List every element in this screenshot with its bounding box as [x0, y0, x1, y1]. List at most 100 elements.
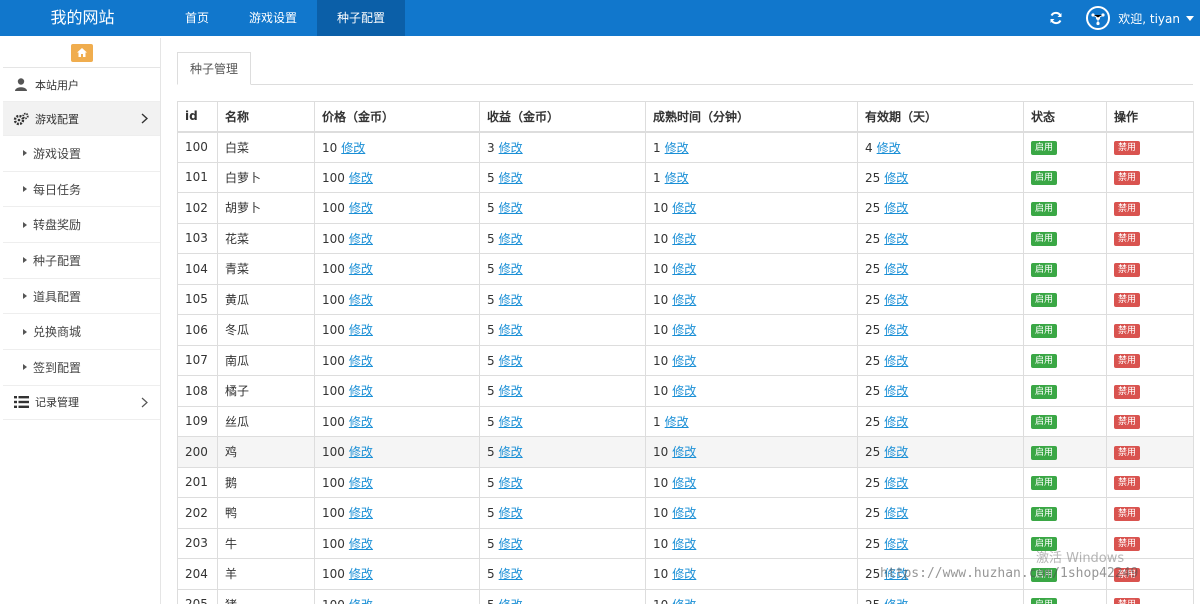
disable-button[interactable]: 禁用 — [1114, 415, 1141, 430]
edit-link[interactable]: 修改 — [349, 201, 373, 215]
nav-game-settings[interactable]: 游戏设置 — [229, 0, 317, 36]
refresh-icon[interactable] — [1046, 8, 1066, 28]
edit-link[interactable]: 修改 — [665, 141, 689, 155]
home-button[interactable] — [70, 43, 93, 62]
edit-link[interactable]: 修改 — [349, 293, 373, 307]
edit-link[interactable]: 修改 — [499, 537, 523, 551]
edit-link[interactable]: 修改 — [499, 293, 523, 307]
disable-button[interactable]: 禁用 — [1114, 262, 1141, 277]
sidebar-item-records[interactable]: 记录管理 — [3, 386, 160, 420]
edit-link[interactable]: 修改 — [672, 445, 696, 459]
nav-seed-config[interactable]: 种子配置 — [317, 0, 406, 36]
edit-link[interactable]: 修改 — [349, 445, 373, 459]
edit-link[interactable]: 修改 — [672, 567, 696, 581]
edit-link[interactable]: 修改 — [349, 537, 373, 551]
sidebar-subitem-game-settings[interactable]: 游戏设置 — [3, 136, 160, 172]
edit-link[interactable]: 修改 — [499, 141, 523, 155]
edit-link[interactable]: 修改 — [665, 415, 689, 429]
edit-link[interactable]: 修改 — [884, 232, 908, 246]
edit-link[interactable]: 修改 — [884, 201, 908, 215]
edit-link[interactable]: 修改 — [884, 171, 908, 185]
edit-link[interactable]: 修改 — [672, 598, 696, 604]
edit-link[interactable]: 修改 — [499, 476, 523, 490]
edit-link[interactable]: 修改 — [499, 598, 523, 604]
edit-link[interactable]: 修改 — [884, 598, 908, 604]
edit-link[interactable]: 修改 — [349, 506, 373, 520]
edit-link[interactable]: 修改 — [349, 171, 373, 185]
edit-link[interactable]: 修改 — [672, 354, 696, 368]
edit-link[interactable]: 修改 — [349, 598, 373, 604]
edit-link[interactable]: 修改 — [499, 201, 523, 215]
nav-home[interactable]: 首页 — [165, 0, 229, 36]
edit-link[interactable]: 修改 — [499, 445, 523, 459]
edit-link[interactable]: 修改 — [884, 262, 908, 276]
edit-link[interactable]: 修改 — [665, 171, 689, 185]
disable-button[interactable]: 禁用 — [1114, 384, 1141, 399]
disable-button[interactable]: 禁用 — [1114, 445, 1141, 460]
edit-link[interactable]: 修改 — [499, 262, 523, 276]
edit-link[interactable]: 修改 — [499, 506, 523, 520]
sidebar-subitem-exchange-mall[interactable]: 兑换商城 — [3, 314, 160, 351]
sidebar-subitem-item-config[interactable]: 道具配置 — [3, 279, 160, 315]
status-badge: 启用 — [1031, 232, 1058, 247]
edit-link[interactable]: 修改 — [672, 232, 696, 246]
edit-link[interactable]: 修改 — [884, 323, 908, 337]
edit-link[interactable]: 修改 — [499, 567, 523, 581]
disable-button[interactable]: 禁用 — [1114, 323, 1141, 338]
site-brand[interactable]: 我的网站 — [0, 0, 165, 36]
user-avatar[interactable] — [1086, 6, 1111, 30]
edit-link[interactable]: 修改 — [341, 141, 365, 155]
disable-button[interactable]: 禁用 — [1114, 598, 1141, 604]
edit-link[interactable]: 修改 — [877, 141, 901, 155]
disable-button[interactable]: 禁用 — [1114, 506, 1141, 521]
sidebar-subitem-daily-tasks[interactable]: 每日任务 — [3, 172, 160, 208]
edit-link[interactable]: 修改 — [349, 384, 373, 398]
sidebar-item-users[interactable]: 本站用户 — [3, 68, 160, 102]
edit-link[interactable]: 修改 — [884, 293, 908, 307]
edit-link[interactable]: 修改 — [884, 445, 908, 459]
chevron-down-icon[interactable] — [1186, 15, 1194, 21]
edit-link[interactable]: 修改 — [499, 354, 523, 368]
edit-link[interactable]: 修改 — [672, 262, 696, 276]
edit-link[interactable]: 修改 — [499, 415, 523, 429]
sidebar-subitem-wheel-rewards[interactable]: 转盘奖励 — [3, 207, 160, 244]
edit-link[interactable]: 修改 — [672, 476, 696, 490]
edit-link[interactable]: 修改 — [672, 537, 696, 551]
tab-seed-management[interactable]: 种子管理 — [177, 52, 252, 85]
edit-link[interactable]: 修改 — [499, 384, 523, 398]
disable-button[interactable]: 禁用 — [1114, 476, 1141, 491]
disable-button[interactable]: 禁用 — [1114, 141, 1141, 155]
edit-link[interactable]: 修改 — [884, 384, 908, 398]
edit-link[interactable]: 修改 — [672, 506, 696, 520]
edit-link[interactable]: 修改 — [672, 201, 696, 215]
disable-button[interactable]: 禁用 — [1114, 201, 1141, 216]
edit-link[interactable]: 修改 — [672, 323, 696, 337]
edit-link[interactable]: 修改 — [884, 476, 908, 490]
edit-link[interactable]: 修改 — [499, 323, 523, 337]
disable-button[interactable]: 禁用 — [1114, 232, 1141, 247]
edit-link[interactable]: 修改 — [349, 262, 373, 276]
sidebar-subitem-seed-config[interactable]: 种子配置 — [3, 243, 160, 279]
edit-link[interactable]: 修改 — [349, 476, 373, 490]
edit-link[interactable]: 修改 — [349, 323, 373, 337]
edit-link[interactable]: 修改 — [884, 537, 908, 551]
disable-button[interactable]: 禁用 — [1114, 171, 1141, 186]
edit-link[interactable]: 修改 — [499, 232, 523, 246]
cell-mature-time: 10修改 — [645, 253, 858, 285]
sidebar-item-game-config[interactable]: 游戏配置 — [3, 102, 160, 136]
edit-link[interactable]: 修改 — [884, 354, 908, 368]
edit-link[interactable]: 修改 — [349, 567, 373, 581]
edit-link[interactable]: 修改 — [499, 171, 523, 185]
disable-button[interactable]: 禁用 — [1114, 354, 1141, 369]
cell-validity: 25修改 — [857, 405, 1024, 437]
edit-link[interactable]: 修改 — [349, 354, 373, 368]
edit-link[interactable]: 修改 — [349, 232, 373, 246]
edit-link[interactable]: 修改 — [672, 384, 696, 398]
sidebar-subitem-checkin-config[interactable]: 签到配置 — [3, 350, 160, 386]
edit-link[interactable]: 修改 — [349, 415, 373, 429]
edit-link[interactable]: 修改 — [884, 415, 908, 429]
disable-button[interactable]: 禁用 — [1114, 293, 1141, 308]
edit-link[interactable]: 修改 — [884, 506, 908, 520]
welcome-text[interactable]: 欢迎, tiyan — [1118, 10, 1180, 27]
edit-link[interactable]: 修改 — [672, 293, 696, 307]
